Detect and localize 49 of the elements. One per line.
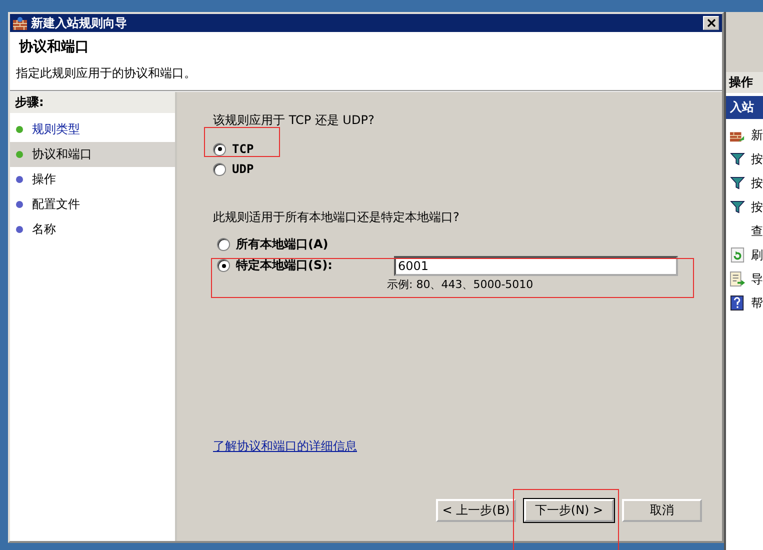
- radio-button[interactable]: [217, 259, 230, 272]
- step-label: 协议和端口: [32, 146, 92, 163]
- section-bar: 入站: [726, 96, 763, 119]
- filter-icon: [730, 175, 745, 191]
- radio-label: 特定本地端口(S):: [236, 257, 334, 274]
- step-label: 操作: [32, 171, 56, 188]
- radio-button[interactable]: [213, 162, 226, 176]
- step-item[interactable]: 配置文件: [10, 192, 175, 217]
- export-icon: [730, 271, 745, 287]
- action-item[interactable]: 刷: [751, 246, 763, 264]
- filter-icon: [730, 199, 745, 215]
- help-icon: [730, 295, 745, 311]
- steps-heading: 步骤:: [10, 92, 175, 113]
- brick-wall-icon: [13, 16, 27, 30]
- protocol-question: 该规则应用于 TCP 还是 UDP?: [213, 112, 376, 129]
- action-item[interactable]: 帮: [751, 294, 763, 312]
- step-label: 配置文件: [32, 196, 80, 213]
- window-title: 新建入站规则向导: [31, 14, 128, 32]
- action-item[interactable]: 按: [751, 198, 763, 216]
- step-item[interactable]: 名称: [10, 217, 175, 242]
- step-link[interactable]: 规则类型: [32, 121, 80, 138]
- port-input-field[interactable]: 6001: [394, 256, 678, 276]
- step-item[interactable]: 操作: [10, 167, 175, 192]
- page-title: 协议和端口: [18, 38, 90, 56]
- radio-label: UDP: [232, 162, 254, 176]
- panel-heading: 操作: [726, 72, 763, 93]
- help-link[interactable]: 了解协议和端口的详细信息: [213, 439, 357, 453]
- radio-button[interactable]: [213, 142, 226, 156]
- ports-question: 此规则适用于所有本地端口还是特定本地端口?: [213, 209, 460, 226]
- action-item[interactable]: 按: [751, 150, 763, 168]
- refresh-icon: [730, 247, 745, 263]
- wizard-button[interactable]: 取消: [622, 499, 702, 522]
- action-item[interactable]: 导: [751, 270, 763, 288]
- step-item[interactable]: 协议和端口: [10, 142, 175, 167]
- action-item[interactable]: 新: [751, 126, 763, 144]
- radio-label: 所有本地端口(A): [236, 236, 330, 253]
- close-button[interactable]: [703, 16, 719, 30]
- step-label: 名称: [32, 221, 56, 238]
- action-item[interactable]: 查: [751, 222, 763, 240]
- wizard-button[interactable]: < 上一步(B): [436, 499, 516, 522]
- wizard-button[interactable]: 下一步(N) >: [524, 499, 614, 522]
- page-subtitle: 指定此规则应用于的协议和端口。: [16, 65, 197, 82]
- filter-icon: [730, 151, 745, 167]
- action-item[interactable]: 按: [751, 174, 763, 192]
- radio-label: TCP: [232, 142, 254, 156]
- step-item[interactable]: 规则类型: [10, 117, 175, 142]
- close-icon: [706, 19, 716, 27]
- radio-button[interactable]: [217, 238, 230, 251]
- port-example-text: 示例: 80、443、5000-5010: [387, 277, 534, 292]
